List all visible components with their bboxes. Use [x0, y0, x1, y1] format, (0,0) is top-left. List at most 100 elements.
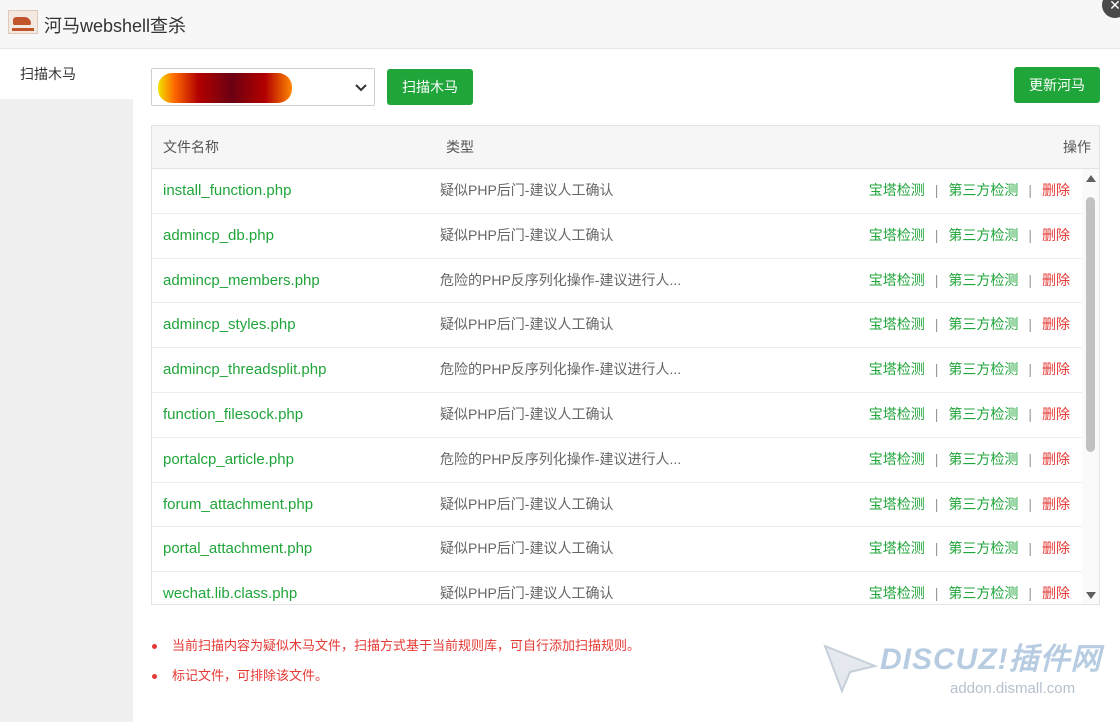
close-icon[interactable]: ✕ — [1102, 0, 1120, 18]
file-name: admincp_styles.php — [163, 316, 296, 334]
file-name: admincp_threadsplit.php — [163, 361, 327, 379]
separator: | — [934, 316, 939, 333]
third-party-check-link[interactable]: 第三方检测 — [948, 182, 1018, 198]
scan-trojan-button[interactable]: 扫描木马 — [387, 69, 473, 105]
third-party-check-link[interactable]: 第三方检测 — [948, 451, 1018, 467]
third-party-check-link[interactable]: 第三方检测 — [948, 540, 1018, 556]
scroll-up-icon[interactable] — [1086, 175, 1096, 182]
delete-link[interactable]: 删除 — [1042, 540, 1070, 556]
file-name: admincp_members.php — [163, 271, 320, 289]
chevron-down-icon — [355, 84, 367, 92]
bt-check-link[interactable]: 宝塔检测 — [869, 585, 925, 601]
redacted-selection — [158, 73, 292, 103]
note-item: 标记文件，可排除该文件。 — [150, 666, 640, 696]
bt-check-link[interactable]: 宝塔检测 — [869, 182, 925, 198]
scroll-thumb[interactable] — [1086, 197, 1095, 452]
third-party-check-link[interactable]: 第三方检测 — [948, 316, 1018, 332]
table-row: portalcp_article.php 危险的PHP反序列化操作-建议进行人..… — [152, 438, 1082, 483]
table-row: admincp_threadsplit.php 危险的PHP反序列化操作-建议进行… — [152, 348, 1082, 393]
separator: | — [934, 361, 939, 378]
file-name: install_function.php — [163, 182, 292, 199]
threat-type: 疑似PHP后门-建议人工确认 — [440, 182, 614, 198]
third-party-check-link[interactable]: 第三方检测 — [948, 585, 1018, 601]
bt-check-link[interactable]: 宝塔检测 — [869, 496, 925, 512]
table-body: install_function.php 疑似PHP后门-建议人工确认 宝塔检测 | 第… — [152, 169, 1082, 604]
file-name: wechat.lib.class.php — [163, 585, 298, 603]
threat-type: 疑似PHP后门-建议人工确认 — [440, 226, 614, 243]
delete-link[interactable]: 删除 — [1042, 316, 1070, 332]
delete-link[interactable]: 删除 — [1042, 451, 1070, 467]
bt-check-link[interactable]: 宝塔检测 — [869, 451, 925, 467]
delete-link[interactable]: 删除 — [1042, 227, 1070, 243]
separator: | — [934, 540, 939, 557]
update-hippo-button[interactable]: 更新河马 — [1014, 67, 1100, 103]
file-name: forum_attachment.php — [163, 495, 314, 513]
separator: | — [934, 226, 939, 243]
sidebar-item-scan-trojan[interactable]: 扫描木马 — [0, 49, 133, 99]
delete-link[interactable]: 删除 — [1042, 182, 1070, 198]
separator: | — [1028, 450, 1032, 467]
separator: | — [1028, 226, 1032, 243]
sidebar: 扫描木马 — [0, 49, 133, 722]
row-actions: 宝塔检测 | 第三方检测 | 删除 — [869, 572, 1070, 604]
scroll-down-icon[interactable] — [1086, 592, 1096, 599]
threat-type: 危险的PHP反序列化操作-建议进行人... — [440, 361, 682, 378]
table-scrollbar[interactable] — [1082, 169, 1099, 604]
header-type: 类型 — [446, 139, 474, 155]
threat-type: 疑似PHP后门-建议人工确认 — [440, 585, 614, 602]
separator: | — [1028, 182, 1032, 198]
notes-list: 当前扫描内容为疑似木马文件，扫描方式基于当前规则库，可自行添加扫描规则。 标记文… — [150, 636, 640, 696]
header-ops: 操作 — [1063, 139, 1091, 155]
separator: | — [1028, 495, 1032, 512]
threat-type: 疑似PHP后门-建议人工确认 — [440, 316, 614, 333]
threat-type: 疑似PHP后门-建议人工确认 — [440, 495, 614, 512]
row-actions: 宝塔检测 | 第三方检测 | 删除 — [869, 348, 1070, 391]
third-party-check-link[interactable]: 第三方检测 — [948, 406, 1018, 422]
third-party-check-link[interactable]: 第三方检测 — [948, 227, 1018, 243]
row-actions: 宝塔检测 | 第三方检测 | 删除 — [869, 527, 1070, 570]
bt-check-link[interactable]: 宝塔检测 — [869, 272, 925, 288]
bt-check-link[interactable]: 宝塔检测 — [869, 406, 925, 422]
bt-check-link[interactable]: 宝塔检测 — [869, 540, 925, 556]
third-party-check-link[interactable]: 第三方检测 — [948, 272, 1018, 288]
delete-link[interactable]: 删除 — [1042, 585, 1070, 601]
delete-link[interactable]: 删除 — [1042, 361, 1070, 377]
delete-link[interactable]: 删除 — [1042, 406, 1070, 422]
row-actions: 宝塔检测 | 第三方检测 | 删除 — [869, 483, 1070, 526]
file-name: function_filesock.php — [163, 405, 304, 423]
title-bar: 河马webshell查杀 ✕ — [0, 0, 1120, 49]
site-select[interactable] — [151, 68, 375, 106]
threat-type: 危险的PHP反序列化操作-建议进行人... — [440, 450, 682, 467]
hippo-logo-icon — [8, 10, 38, 34]
header-filename: 文件名称 — [163, 139, 219, 155]
bt-check-link[interactable]: 宝塔检测 — [869, 361, 925, 377]
row-actions: 宝塔检测 | 第三方检测 | 删除 — [869, 393, 1070, 436]
bt-check-link[interactable]: 宝塔检测 — [869, 316, 925, 332]
separator: | — [934, 271, 939, 288]
file-name: admincp_db.php — [163, 226, 274, 244]
delete-link[interactable]: 删除 — [1042, 272, 1070, 288]
file-name: portalcp_article.php — [163, 450, 294, 468]
separator: | — [1028, 361, 1032, 378]
table-row: portal_attachment.php 疑似PHP后门-建议人工确认 宝塔检测 |… — [152, 527, 1082, 573]
separator: | — [934, 405, 939, 422]
third-party-check-link[interactable]: 第三方检测 — [948, 496, 1018, 512]
row-actions: 宝塔检测 | 第三方检测 | 删除 — [869, 214, 1070, 257]
third-party-check-link[interactable]: 第三方检测 — [948, 361, 1018, 377]
threat-type: 疑似PHP后门-建议人工确认 — [440, 405, 614, 422]
threat-type: 疑似PHP后门-建议人工确认 — [440, 540, 614, 557]
separator: | — [1028, 405, 1032, 422]
table-row: forum_attachment.php 疑似PHP后门-建议人工确认 宝塔检测 | 第… — [152, 483, 1082, 528]
separator: | — [1028, 585, 1032, 602]
table-row: admincp_members.php 危险的PHP反序列化操作-建议进行人...… — [152, 259, 1082, 304]
bt-check-link[interactable]: 宝塔检测 — [869, 227, 925, 243]
window-title: 河马webshell查杀 — [44, 16, 187, 36]
table-header: 文件名称 类型 操作 — [152, 126, 1099, 169]
note-item: 当前扫描内容为疑似木马文件，扫描方式基于当前规则库，可自行添加扫描规则。 — [150, 636, 640, 666]
table-row: function_filesock.php 疑似PHP后门-建议人工确认 宝塔检测 |… — [152, 393, 1082, 438]
table-row: install_function.php 疑似PHP后门-建议人工确认 宝塔检测 | 第… — [152, 169, 1082, 214]
table-row: wechat.lib.class.php 疑似PHP后门-建议人工确认 宝塔检测 | 第… — [152, 572, 1082, 604]
delete-link[interactable]: 删除 — [1042, 496, 1070, 512]
results-table: 文件名称 类型 操作 install_function.php 疑似PHP后门-建… — [151, 125, 1100, 605]
separator: | — [1028, 540, 1032, 557]
